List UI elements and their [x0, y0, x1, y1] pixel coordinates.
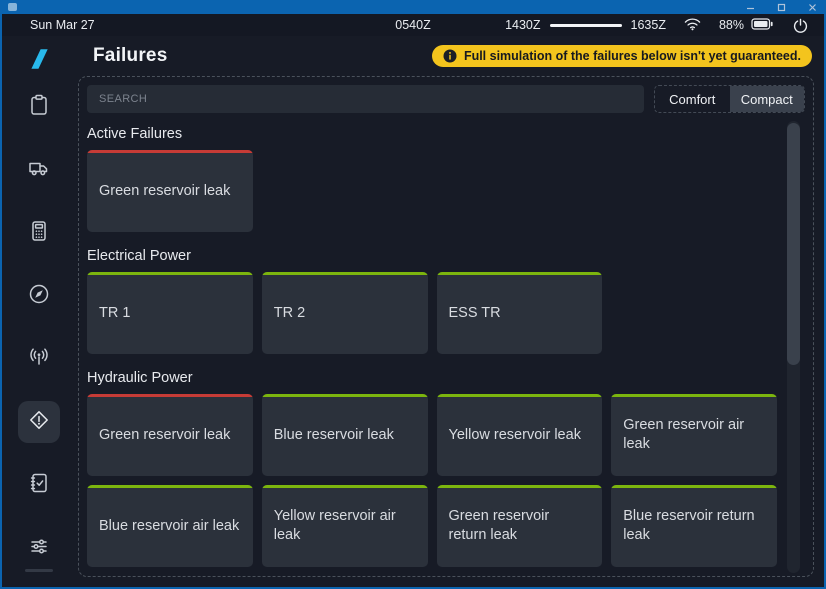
card-grid: Green reservoir leak: [87, 150, 777, 232]
close-icon[interactable]: [806, 2, 818, 12]
card-grid: TR 1 TR 2 ESS TR: [87, 272, 777, 354]
failure-card-label: Yellow reservoir leak: [449, 426, 581, 445]
failure-card-label: Blue reservoir air leak: [99, 517, 239, 536]
compact-view-button[interactable]: Compact: [730, 86, 805, 112]
battery-icon: [751, 18, 773, 33]
view-toggle: Comfort Compact: [654, 85, 805, 113]
failure-card[interactable]: Green reservoir leak: [87, 150, 253, 232]
failure-card-label: TR 2: [274, 304, 305, 323]
flybywire-logo-icon: [26, 46, 52, 72]
failure-card-label: Blue reservoir return leak: [623, 507, 765, 545]
sidebar-item-presets[interactable]: [18, 527, 60, 569]
failure-card[interactable]: Green reservoir air leak: [611, 394, 777, 476]
card-grid: Green reservoir leak Blue reservoir leak…: [87, 394, 777, 567]
maximize-icon[interactable]: [775, 2, 787, 12]
statusbar: Sun Mar 27 0540Z 1430Z 1635Z 88%: [2, 14, 824, 36]
antenna-icon: [27, 345, 51, 374]
failure-card-label: Green reservoir air leak: [623, 416, 765, 454]
battery-percent: 88%: [719, 18, 744, 32]
sidebar-bottom: [18, 569, 60, 587]
checklist-icon: [27, 471, 51, 500]
statusbar-utc-time: 0540Z: [395, 18, 430, 32]
info-icon: [443, 49, 457, 63]
power-icon[interactable]: [793, 18, 808, 33]
sidebar: [2, 36, 76, 587]
section-title: Active Failures: [87, 125, 777, 143]
failure-card[interactable]: Blue reservoir return leak: [611, 485, 777, 567]
failure-card-label: Yellow reservoir air leak: [274, 507, 416, 545]
failure-card[interactable]: Green reservoir leak: [87, 394, 253, 476]
scrollbar-thumb[interactable]: [787, 123, 800, 365]
statusbar-right: 1430Z 1635Z 88%: [505, 17, 808, 34]
sidebar-item-performance[interactable]: [18, 212, 60, 254]
flight-start-time: 1430Z: [505, 18, 540, 32]
failure-card[interactable]: ESS TR: [437, 272, 603, 354]
content-area: Failures Full simulation of the failures…: [76, 36, 824, 587]
comfort-view-button[interactable]: Comfort: [655, 86, 730, 112]
failure-sections: Active Failures Green reservoir leak Ele…: [79, 125, 813, 567]
minimize-icon[interactable]: [744, 2, 756, 12]
statusbar-date: Sun Mar 27: [30, 18, 95, 32]
failure-card[interactable]: Blue reservoir air leak: [87, 485, 253, 567]
sidebar-item-failures[interactable]: [18, 401, 60, 443]
page-title: Failures: [93, 45, 167, 67]
banner-text: Full simulation of the failures below is…: [464, 49, 801, 63]
failure-card[interactable]: TR 2: [262, 272, 428, 354]
sidebar-item-atc[interactable]: [18, 338, 60, 380]
failure-card[interactable]: TR 1: [87, 272, 253, 354]
flypad-app: Sun Mar 27 0540Z 1430Z 1635Z 88%: [2, 14, 824, 587]
failure-card-label: Green reservoir return leak: [449, 507, 591, 545]
sidebar-item-checklists[interactable]: [18, 464, 60, 506]
flight-progress-bar: [550, 24, 622, 27]
failure-card-label: TR 1: [99, 304, 130, 323]
failure-card-label: Green reservoir leak: [99, 426, 230, 445]
failure-card[interactable]: Blue reservoir leak: [262, 394, 428, 476]
failure-card[interactable]: Yellow reservoir air leak: [262, 485, 428, 567]
efb-window: Sun Mar 27 0540Z 1430Z 1635Z 88%: [0, 0, 826, 589]
failure-card-label: Blue reservoir leak: [274, 426, 394, 445]
calculator-icon: [27, 219, 51, 248]
section-hydraulic-power: Hydraulic Power Green reservoir leak Blu…: [87, 369, 777, 567]
failures-panel: Comfort Compact Active Failures Green re…: [78, 76, 814, 577]
wifi-icon: [684, 17, 701, 34]
window-titlebar: [0, 0, 826, 14]
failure-card-label: Green reservoir leak: [99, 182, 230, 201]
section-active-failures: Active Failures Green reservoir leak: [87, 125, 777, 232]
section-title: Hydraulic Power: [87, 369, 777, 387]
simulation-warning-banner: Full simulation of the failures below is…: [432, 45, 812, 67]
compass-icon: [27, 282, 51, 311]
section-title: Electrical Power: [87, 247, 777, 265]
flight-end-time: 1635Z: [631, 18, 666, 32]
truck-icon: [27, 156, 51, 185]
failure-card-label: ESS TR: [449, 304, 501, 323]
section-electrical-power: Electrical Power TR 1 TR 2 ESS TR: [87, 247, 777, 354]
failure-card[interactable]: Green reservoir return leak: [437, 485, 603, 567]
main-area: Failures Full simulation of the failures…: [2, 36, 824, 587]
sidebar-nav: [18, 86, 60, 569]
search-input[interactable]: [87, 85, 644, 113]
sidebar-item-dashboard[interactable]: [18, 86, 60, 128]
failure-card[interactable]: Yellow reservoir leak: [437, 394, 603, 476]
clipboard-icon: [27, 93, 51, 122]
content-header: Failures Full simulation of the failures…: [76, 36, 824, 76]
window-controls: [744, 2, 818, 12]
panel-toolbar: Comfort Compact: [79, 77, 813, 113]
app-icon: [8, 3, 17, 11]
sidebar-item-navigation[interactable]: [18, 275, 60, 317]
sliders-icon: [27, 534, 51, 563]
scrollbar-track[interactable]: [787, 121, 800, 573]
sidebar-item-ground[interactable]: [18, 149, 60, 191]
warning-diamond-icon: [27, 408, 51, 437]
sidebar-divider: [25, 569, 53, 572]
